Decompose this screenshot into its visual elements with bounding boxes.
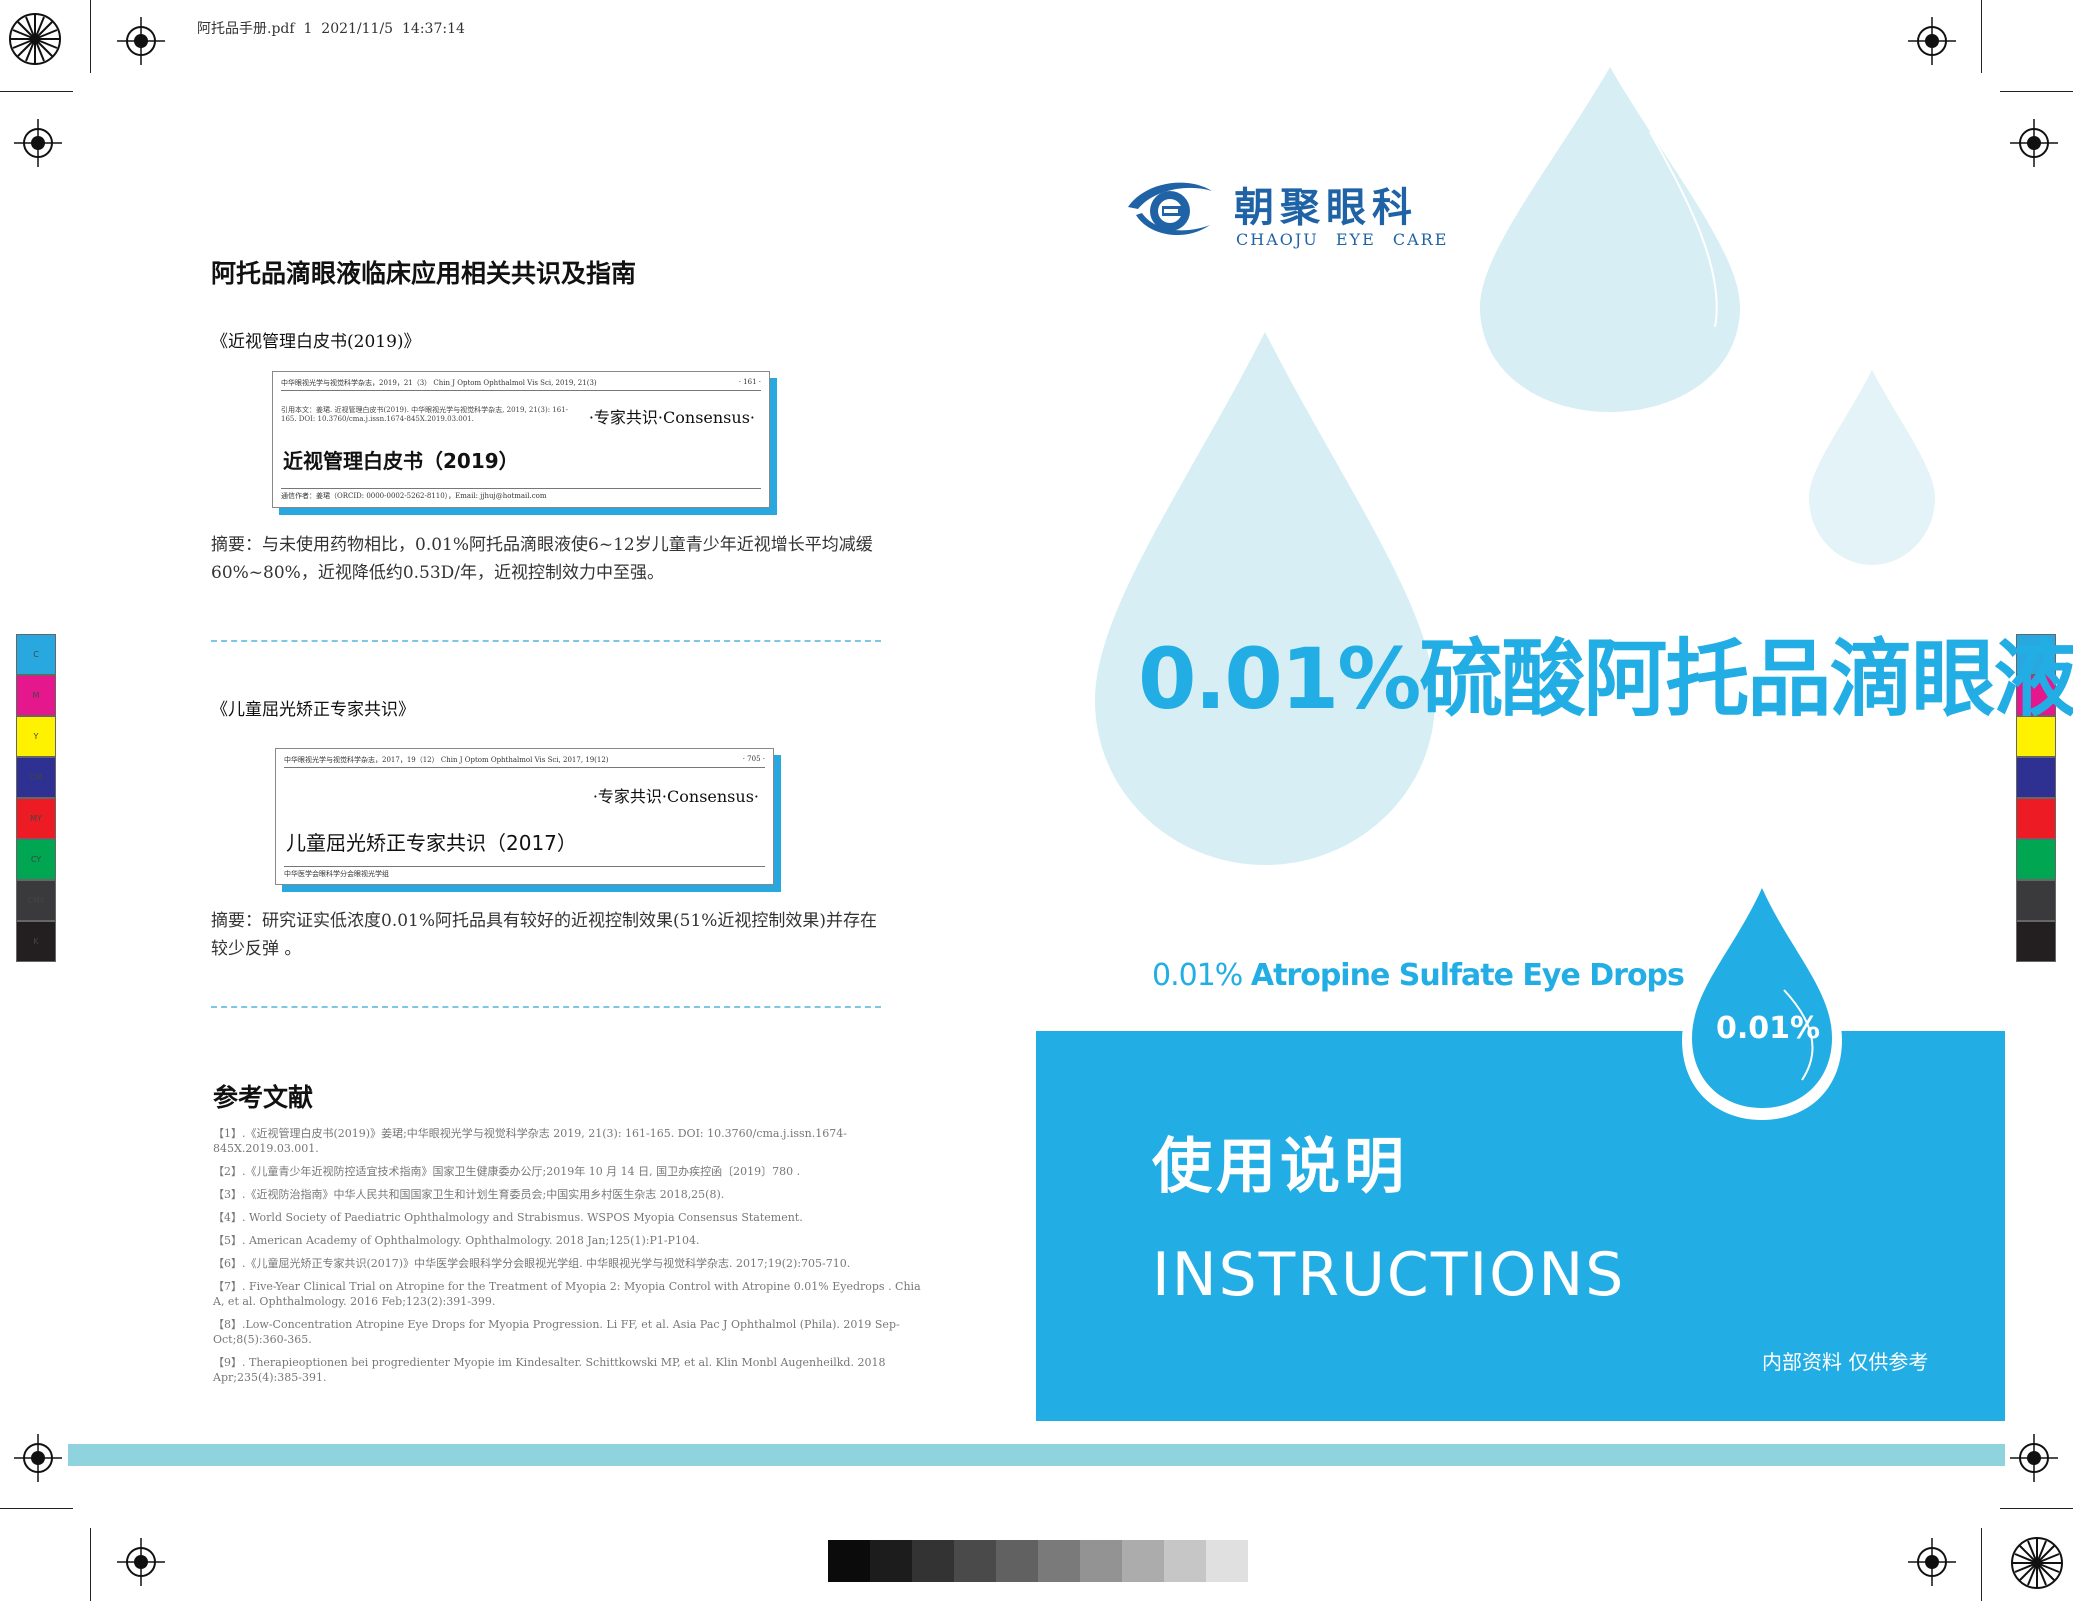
card-consensus: ·专家共识·Consensus· xyxy=(592,787,759,806)
swatch-my xyxy=(2016,798,2056,839)
print-time: 14:37:14 xyxy=(402,21,465,37)
reference-item: 【7】. Five-Year Clinical Trial on Atropin… xyxy=(213,1280,921,1308)
swatch-cy xyxy=(2016,839,2056,880)
print-filename: 阿托品手册.pdf xyxy=(197,21,295,37)
paper-card-consensus: 中华眼视光学与视觉科学杂志，2017，19（12） Chin J Optom O… xyxy=(275,748,774,885)
logo-text-cn: 朝聚眼科 xyxy=(1234,184,1418,231)
reference-item: 【2】.《儿童青少年近视防控适宜技术指南》国家卫生健康委办公厅;2019年 10… xyxy=(213,1165,801,1178)
book-title: 《儿童屈光矫正专家共识》 xyxy=(211,700,415,720)
card-footer: 中华医学会眼科学分会眼视光学组 xyxy=(284,866,765,879)
chaoju-logo-icon xyxy=(1128,182,1212,236)
registration-mark-icon xyxy=(14,1434,62,1482)
logo-text-en: CHAOJU EYE CARE xyxy=(1236,230,1449,249)
subtitle-product-name: Atropine Sulfate Eye Drops xyxy=(1250,958,1685,993)
registration-mark-icon xyxy=(14,119,62,167)
section-title: 阿托品滴眼液临床应用相关共识及指南 xyxy=(211,259,637,288)
swatch-k xyxy=(2016,921,2056,962)
reference-item: 【1】.《近视管理白皮书(2019)》姜珺;中华眼视光学与视觉科学杂志 2019… xyxy=(213,1127,847,1155)
drop-badge-icon xyxy=(1682,884,1842,1120)
reference-item: 【4】. World Society of Paediatric Ophthal… xyxy=(213,1211,803,1224)
starburst-mark-icon xyxy=(9,13,61,65)
book-title: 《近视管理白皮书(2019)》 xyxy=(211,332,421,352)
drop-decoration-large xyxy=(1095,332,1435,865)
references-list: 【1】.《近视管理白皮书(2019)》姜珺;中华眼视光学与视觉科学杂志 2019… xyxy=(213,1126,923,1393)
card-citation: 引用本文：姜珺. 近视管理白皮书(2019). 中华眼视光学与视觉科学杂志, 2… xyxy=(281,406,569,423)
registration-mark-icon xyxy=(1908,1538,1956,1586)
instructions-title-en: INSTRUCTIONS xyxy=(1152,1240,1626,1310)
dashed-divider xyxy=(211,1006,881,1008)
starburst-mark-icon xyxy=(2011,1537,2063,1589)
swatch-my: MY xyxy=(16,798,56,839)
grayscale-strip xyxy=(828,1540,1248,1582)
instructions-title-cn: 使用说明 xyxy=(1152,1132,1408,1202)
registration-mark-icon xyxy=(117,1538,165,1586)
card-title: 近视管理白皮书（2019） xyxy=(283,449,519,473)
swatch-cmy: CMY xyxy=(16,880,56,921)
print-date: 2021/11/5 xyxy=(321,21,394,37)
swatch-m: M xyxy=(16,675,56,716)
print-page: 1 xyxy=(303,21,313,37)
drop-badge-label: 0.01% xyxy=(1716,1011,1821,1046)
card-title: 儿童屈光矫正专家共识（2017） xyxy=(286,831,577,855)
crop-line xyxy=(0,1508,73,1509)
reference-item: 【9】. Therapieoptionen bei progredienter … xyxy=(213,1356,886,1384)
reference-item: 【6】.《儿童屈光矫正专家共识(2017)》中华医学会眼科学分会眼视光学组. 中… xyxy=(213,1257,851,1270)
card-consensus: ·专家共识·Consensus· xyxy=(588,408,755,427)
registration-mark-icon xyxy=(2010,1434,2058,1482)
product-subtitle-en: 0.01% Atropine Sulfate Eye Drops xyxy=(1152,958,1685,993)
crop-line xyxy=(2000,1508,2073,1509)
abstract-text: 摘要：与未使用药物相比，0.01%阿托品滴眼液使6~12岁儿童青少年近视增长平均… xyxy=(211,535,873,583)
card-journal-header: 中华眼视光学与视觉科学杂志，2019，21（3） Chin J Optom Op… xyxy=(281,378,761,391)
card-footer: 通信作者：姜珺（ORCID: 0000-0002-5262-8110），Emai… xyxy=(281,488,761,501)
crop-line xyxy=(90,0,91,73)
abstract-text: 摘要：研究证实低浓度0.01%阿托品具有较好的近视控制效果(51%近视控制效果)… xyxy=(211,911,878,959)
registration-mark-icon xyxy=(2010,119,2058,167)
crop-line xyxy=(2000,91,2073,92)
crop-line xyxy=(1981,1528,1982,1601)
bottom-band xyxy=(68,1444,2005,1466)
print-header: 阿托品手册.pdf 1 2021/11/5 14:37:14 xyxy=(197,18,465,38)
internal-use-note: 内部资料 仅供参考 xyxy=(1762,1350,1929,1374)
product-title: 0.01%硫酸阿托品滴眼液 xyxy=(1138,630,2073,728)
swatch-y: Y xyxy=(16,716,56,757)
registration-mark-icon xyxy=(1908,17,1956,65)
colorbar-left: C M Y CM MY CY CMY K xyxy=(16,634,56,962)
drop-decoration-top xyxy=(1480,67,1740,412)
card-journal-header: 中华眼视光学与视觉科学杂志，2017，19（12） Chin J Optom O… xyxy=(284,755,765,768)
paper-card-whitepaper: 中华眼视光学与视觉科学杂志，2019，21（3） Chin J Optom Op… xyxy=(272,371,770,508)
swatch-c: C xyxy=(16,634,56,675)
swatch-cy: CY xyxy=(16,839,56,880)
crop-line xyxy=(1981,0,1982,73)
reference-item: 【8】.Low-Concentration Atropine Eye Drops… xyxy=(213,1318,900,1346)
dashed-divider xyxy=(211,640,881,642)
swatch-cmy xyxy=(2016,880,2056,921)
registration-mark-icon xyxy=(117,17,165,65)
crop-line xyxy=(90,1528,91,1601)
subtitle-concentration: 0.01% xyxy=(1152,958,1243,993)
references-title: 参考文献 xyxy=(213,1083,314,1112)
reference-item: 【5】. American Academy of Ophthalmology. … xyxy=(213,1234,700,1247)
swatch-cm: CM xyxy=(16,757,56,798)
reference-item: 【3】.《近视防治指南》中华人民共和国国家卫生和计划生育委员会;中国实用乡村医生… xyxy=(213,1188,725,1201)
drop-decoration-small xyxy=(1809,370,1935,565)
swatch-k: K xyxy=(16,921,56,962)
crop-line xyxy=(0,91,73,92)
swatch-cm xyxy=(2016,757,2056,798)
